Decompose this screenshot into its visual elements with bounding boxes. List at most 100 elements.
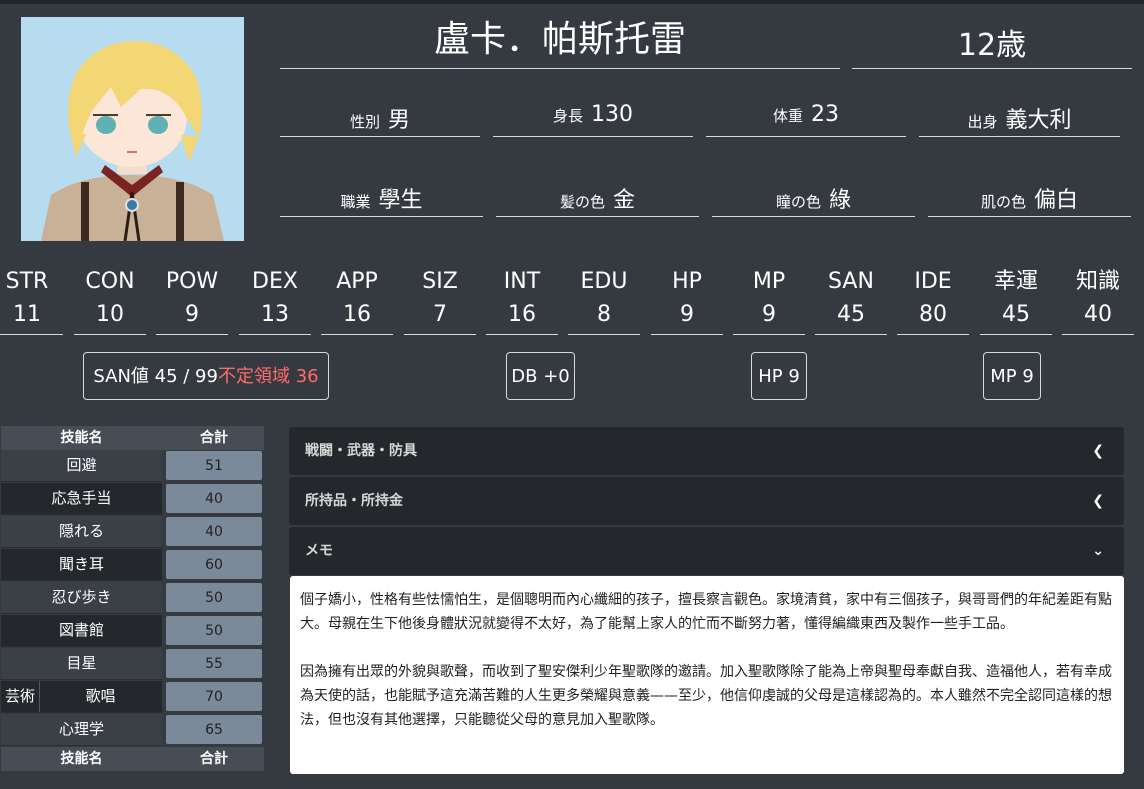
- table-row: 図書館 50: [1, 615, 264, 648]
- attr-label: 瞳の色: [775, 193, 821, 211]
- stat-label: 幸運: [993, 269, 1038, 294]
- table-row: 忍び歩き 50: [1, 582, 264, 615]
- attr-label: 髪の色: [559, 193, 605, 211]
- attr-eye-color: 瞳の色綠: [712, 182, 915, 217]
- skill-total: 65: [166, 715, 262, 744]
- skill-total-header: 合計: [200, 430, 228, 446]
- skill-category: 芸術: [1, 681, 40, 712]
- stat-con: CON 10: [74, 266, 146, 335]
- stat-value: 9: [185, 302, 199, 327]
- table-row: 応急手当 40: [1, 483, 264, 516]
- stat-luck: 幸運 45: [980, 266, 1052, 335]
- stat-value: 80: [919, 302, 947, 327]
- skill-total-header: 合計: [200, 751, 228, 767]
- san-badge: SAN値 45 / 99不定領域 36: [83, 352, 329, 400]
- stat-label: HP: [672, 269, 702, 294]
- mp-badge: MP 9: [983, 352, 1041, 400]
- stat-knowledge: 知識 40: [1062, 266, 1134, 335]
- stat-str: STR 11: [0, 266, 63, 335]
- stat-value: 10: [96, 302, 124, 327]
- skill-total: 70: [166, 682, 262, 711]
- table-row: 聞き耳 60: [1, 549, 264, 582]
- attr-height: 身長 130: [493, 102, 693, 137]
- stat-san: SAN 45: [815, 266, 887, 335]
- stat-edu: EDU 8: [568, 266, 640, 335]
- san-warning: 不定領域 36: [217, 366, 319, 387]
- attr-value: 綠: [829, 188, 852, 213]
- skill-name: 心理学: [1, 714, 162, 746]
- chevron-left-icon: ❮: [1092, 493, 1104, 509]
- attr-value: 義大利: [1005, 108, 1072, 133]
- chevron-down-icon: ⌄: [1092, 543, 1104, 559]
- skill-name: 目星: [1, 648, 162, 680]
- attr-label: 職業: [340, 193, 371, 211]
- stat-value: 11: [13, 302, 41, 327]
- stat-value: 8: [597, 302, 611, 327]
- stat-hp: HP 9: [651, 266, 723, 335]
- attr-weight: 体重 23: [706, 102, 906, 137]
- stat-siz: SIZ 7: [404, 266, 476, 335]
- character-portrait: [21, 17, 244, 241]
- stat-label: EDU: [580, 269, 628, 294]
- attr-hair-color: 髪の色金: [496, 182, 699, 217]
- table-row: 歌唱 芸術 70: [1, 681, 264, 714]
- stat-value: 40: [1084, 302, 1112, 327]
- memo-paragraph: 個子嬌小，性格有些怯懦怕生，是個聰明而內心纖細的孩子，擅長察言觀色。家境清貧，家…: [300, 592, 1112, 632]
- db-badge: DB +0: [506, 352, 575, 400]
- top-bar: [0, 0, 1144, 4]
- skills-header: 技能名 合計: [1, 426, 264, 450]
- table-row: 目星 55: [1, 648, 264, 681]
- stat-label: IDE: [914, 269, 952, 294]
- skill-total: 40: [166, 517, 262, 546]
- stat-label: APP: [336, 269, 378, 294]
- skill-name: 図書館: [1, 615, 162, 647]
- section-items-money[interactable]: 所持品・所持金 ❮: [289, 477, 1124, 525]
- stat-label: 知識: [1075, 269, 1120, 294]
- skill-name: 隠れる: [1, 516, 162, 548]
- memo-paragraph: 因為擁有出眾的外貌與歌聲，而收到了聖安傑利少年聖歌隊的邀請。加入聖歌隊除了能為上…: [300, 664, 1112, 728]
- section-title: 所持品・所持金: [305, 493, 403, 509]
- skill-name-header: 技能名: [60, 751, 103, 767]
- skill-total: 51: [166, 451, 262, 480]
- skill-name: 聞き耳: [1, 549, 162, 581]
- section-title: メモ: [305, 543, 333, 559]
- stat-label: DEX: [252, 269, 298, 294]
- stat-value: 9: [680, 302, 694, 327]
- attr-gender: 性別男: [280, 102, 480, 137]
- skill-total: 60: [166, 550, 262, 579]
- attr-value: 23: [811, 102, 839, 127]
- attr-label: 出身: [967, 113, 998, 131]
- hp-badge: HP 9: [751, 352, 807, 400]
- stat-label: SIZ: [422, 269, 458, 294]
- skill-name: 回避: [1, 450, 162, 482]
- skill-name-header: 技能名: [60, 430, 103, 446]
- stat-value: 45: [837, 302, 865, 327]
- section-memo[interactable]: メモ ⌄: [289, 527, 1124, 575]
- skill-name: 忍び歩き: [1, 582, 162, 614]
- attr-origin: 出身 義大利: [919, 102, 1120, 137]
- attr-skin-color: 肌の色 偏白: [928, 182, 1131, 217]
- table-row: 心理学 65: [1, 714, 264, 747]
- san-value: SAN値 45 / 99: [93, 366, 218, 387]
- skills-footer: 技能名 合計: [1, 747, 264, 771]
- character-name: 盧卡．帕斯托雷: [280, 14, 840, 69]
- skill-total: 55: [166, 649, 262, 678]
- stat-value: 16: [508, 302, 536, 327]
- attr-label: 体重: [772, 107, 803, 125]
- section-title: 戦闘・武器・防具: [305, 443, 417, 459]
- stat-label: INT: [503, 269, 541, 294]
- memo-textarea[interactable]: 個子嬌小，性格有些怯懦怕生，是個聰明而內心纖細的孩子，擅長察言觀色。家境清貧，家…: [290, 576, 1124, 774]
- stat-mp: MP 9: [733, 266, 805, 335]
- skill-total: 50: [166, 616, 262, 645]
- attr-label: 肌の色: [980, 193, 1026, 211]
- attr-occupation: 職業 學生: [280, 182, 483, 217]
- skill-name: 応急手当: [1, 483, 162, 515]
- stat-app: APP 16: [321, 266, 393, 335]
- stat-pow: POW 9: [156, 266, 228, 335]
- section-combat-weapons-armor[interactable]: 戦闘・武器・防具 ❮: [289, 427, 1124, 475]
- table-row: 隠れる 40: [1, 516, 264, 549]
- attr-label: 性別: [349, 113, 380, 131]
- stat-label: STR: [5, 269, 49, 294]
- stat-value: 7: [433, 302, 447, 327]
- skill-total: 40: [166, 484, 262, 513]
